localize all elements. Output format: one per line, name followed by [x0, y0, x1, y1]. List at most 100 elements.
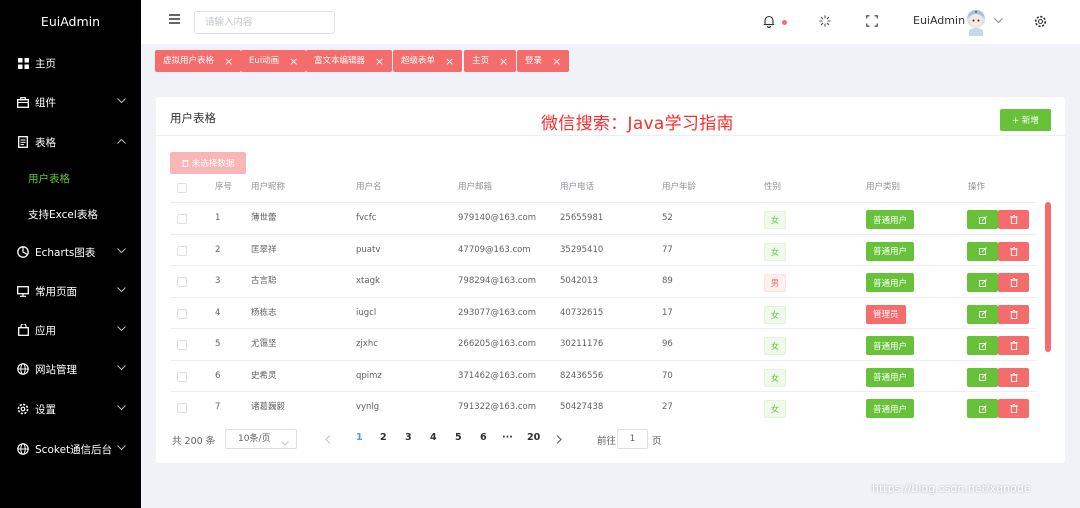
sidebar-item-common-pages[interactable]: 常用页面: [0, 273, 141, 309]
delete-button[interactable]: [998, 304, 1029, 324]
column-header[interactable]: 用户电话: [560, 175, 594, 202]
edit-button[interactable]: [967, 241, 998, 261]
edit-button[interactable]: [967, 336, 998, 355]
page-number[interactable]: 2: [380, 432, 387, 443]
delete-button[interactable]: [998, 210, 1029, 229]
row-nickname: 史希灵: [251, 370, 277, 381]
column-header[interactable]: 用户昵称: [251, 175, 285, 202]
row-nickname: 杨栋志: [251, 307, 277, 318]
delete-button[interactable]: [998, 241, 1029, 261]
top-header: EuiAdmin: [141, 0, 1080, 44]
close-icon[interactable]: ×: [552, 56, 561, 67]
sidebar-item-site-admin[interactable]: 网站管理: [0, 351, 141, 387]
gender-tag: 女: [764, 368, 786, 387]
edit-button[interactable]: [967, 399, 998, 418]
delete-button[interactable]: [998, 336, 1029, 355]
tag-super-form[interactable]: 超级表单 ×: [393, 50, 463, 72]
avatar[interactable]: [964, 8, 988, 36]
delete-button[interactable]: [998, 399, 1029, 418]
fullscreen-icon[interactable]: [865, 14, 879, 28]
table-row[interactable]: 5 尤霭坚 zjxhc 266205@163.com 30211176 96 女…: [170, 328, 1036, 360]
page-number[interactable]: 5: [455, 432, 462, 443]
table-row[interactable]: 3 古言聪 xtagk 798294@163.com 5042013 89 男 …: [170, 265, 1036, 297]
document-icon: [17, 136, 29, 148]
sidebar-item-components[interactable]: 组件: [0, 84, 141, 120]
tag-virtual-user-table[interactable]: 虚拟用户表格 ×: [155, 50, 242, 72]
close-icon[interactable]: ×: [289, 56, 298, 67]
gear-icon[interactable]: [1033, 14, 1047, 28]
row-checkbox[interactable]: [177, 245, 187, 256]
row-phone: 40732615: [560, 307, 604, 318]
table-row[interactable]: 2 匡翠祥 puatv 47709@163.com 35295410 77 女 …: [170, 233, 1036, 266]
sidebar-item-label: 组件: [35, 96, 56, 109]
chevron-left-icon[interactable]: [323, 433, 333, 445]
sidebar-item-settings[interactable]: 设置: [0, 391, 141, 427]
select-all-checkbox[interactable]: [177, 183, 187, 193]
watermark-title: 微信搜索：Java学习指南: [541, 114, 734, 134]
goto-page-input[interactable]: [617, 429, 648, 449]
page-size-select[interactable]: 10条/页: [225, 429, 297, 449]
tag-eui-animation[interactable]: Eui动画 ×: [241, 50, 307, 72]
table-row[interactable]: 6 史希灵 qpimz 371462@163.com 82436556 70 女…: [170, 359, 1036, 392]
column-header[interactable]: 用户类别: [866, 175, 900, 202]
total-count: 共 200 条: [172, 436, 216, 447]
close-icon[interactable]: ×: [224, 56, 233, 67]
edit-button[interactable]: [967, 273, 998, 292]
search-input[interactable]: [194, 11, 335, 34]
more-pages[interactable]: ···: [502, 432, 513, 443]
loading-icon[interactable]: [818, 14, 832, 28]
table-row[interactable]: 7 诸葛巍毅 vynlg 791322@163.com 50427438 27 …: [170, 391, 1036, 423]
sidebar-item-apps[interactable]: 应用: [0, 312, 141, 348]
column-header[interactable]: 用户名: [356, 175, 382, 202]
column-header[interactable]: 序号: [215, 175, 232, 202]
table-scrollbar[interactable]: [1045, 202, 1051, 352]
edit-button[interactable]: [967, 367, 998, 387]
row-email: 798294@163.com: [458, 276, 537, 286]
gender-tag: 女: [764, 305, 786, 324]
row-checkbox[interactable]: [177, 277, 187, 287]
row-checkbox[interactable]: [177, 340, 187, 350]
delete-button[interactable]: [998, 367, 1029, 387]
row-checkbox[interactable]: [177, 403, 187, 413]
page-number[interactable]: 6: [480, 432, 487, 443]
bell-icon[interactable]: [762, 14, 776, 28]
table-row[interactable]: 1 薄世蕾 fvcfc 979140@163.com 25655981 52 女…: [170, 202, 1036, 234]
sidebar-subitem-excel-table[interactable]: 支持Excel表格: [0, 196, 141, 232]
column-header[interactable]: 用户年龄: [662, 175, 696, 202]
user-type-tag: 普通用户: [866, 336, 915, 355]
tag-rich-text-editor[interactable]: 富文本编辑器 ×: [306, 50, 393, 72]
chevron-down-icon[interactable]: [994, 16, 1003, 25]
row-phone: 5042013: [560, 276, 598, 286]
edit-button[interactable]: [967, 304, 998, 324]
page-number[interactable]: 1: [356, 432, 363, 443]
page-number[interactable]: 20: [527, 432, 540, 443]
tag-login[interactable]: 登录 ×: [517, 50, 570, 72]
edit-icon: [978, 247, 987, 255]
page-number[interactable]: 4: [430, 432, 437, 443]
column-header[interactable]: 性别: [764, 175, 781, 202]
trash-icon: [1009, 278, 1018, 287]
close-icon[interactable]: ×: [445, 56, 454, 67]
close-icon[interactable]: ×: [499, 56, 508, 67]
page-number[interactable]: 3: [405, 432, 412, 443]
add-button[interactable]: + 新增: [1000, 109, 1051, 131]
sidebar-subitem-user-table[interactable]: 用户表格: [0, 160, 141, 196]
row-checkbox[interactable]: [177, 308, 187, 319]
hamburger-icon[interactable]: [169, 14, 181, 26]
sidebar-item-socket-backend[interactable]: Scoket通信后台: [0, 431, 141, 467]
delete-selected-button[interactable]: 未选择数据: [170, 152, 246, 174]
tag-home[interactable]: 主页 ×: [464, 50, 517, 72]
table-row[interactable]: 4 杨栋志 iugcl 293077@163.com 40732615 17 女…: [170, 296, 1036, 329]
sidebar-item-echarts[interactable]: Echarts图表: [0, 234, 141, 270]
edit-button[interactable]: [967, 210, 998, 229]
row-checkbox[interactable]: [177, 371, 187, 382]
column-header[interactable]: 用户邮箱: [458, 175, 492, 202]
chevron-right-icon[interactable]: [554, 433, 564, 445]
user-name[interactable]: EuiAdmin: [913, 14, 965, 27]
column-header[interactable]: 操作: [968, 175, 985, 202]
sidebar-item-tables[interactable]: 表格: [0, 124, 141, 160]
row-checkbox[interactable]: [177, 214, 187, 224]
sidebar-item-home[interactable]: 主页: [0, 45, 141, 81]
delete-button[interactable]: [998, 273, 1029, 292]
close-icon[interactable]: ×: [375, 56, 384, 67]
